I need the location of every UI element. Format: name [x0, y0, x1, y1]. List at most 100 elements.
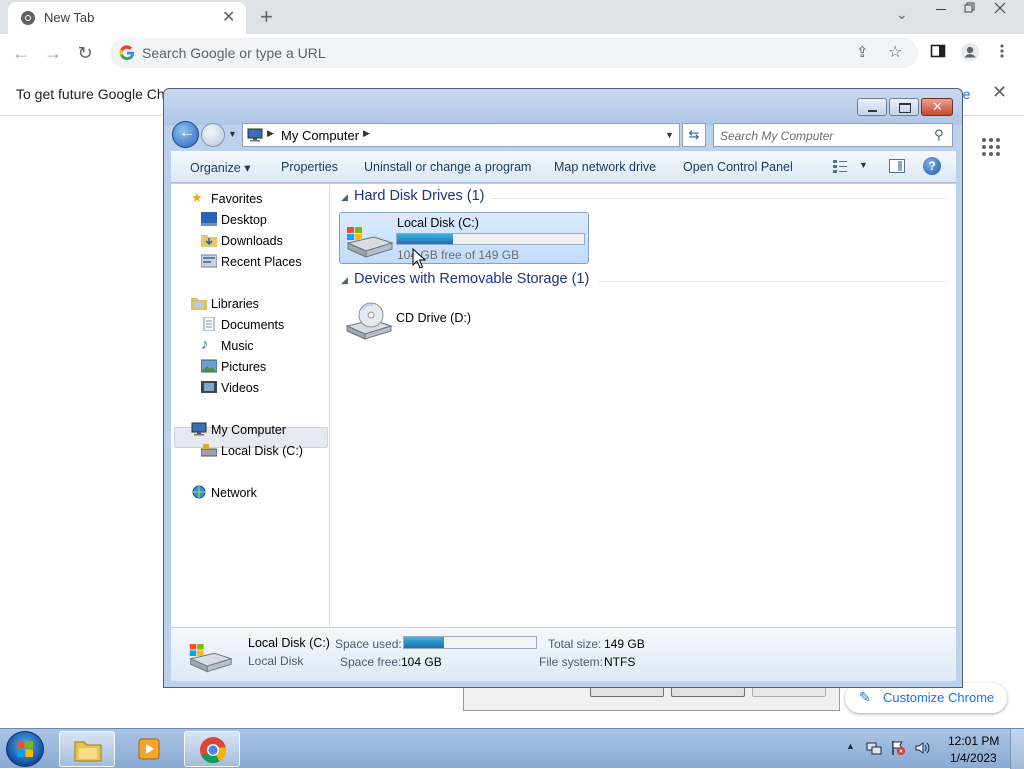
- search-input[interactable]: Search My Computer ⚲: [713, 123, 953, 147]
- more-menu-icon[interactable]: [1000, 43, 1004, 59]
- nav-pictures-label: Pictures: [221, 360, 267, 374]
- libraries-icon: [191, 298, 207, 310]
- details-total-size-label: Total size:: [548, 637, 602, 651]
- details-space-free-label: Space free:: [340, 655, 402, 669]
- breadcrumb-arrow-icon[interactable]: ▶: [363, 128, 370, 139]
- details-drive-type: Local Disk: [248, 654, 304, 668]
- explorer-minimize-button[interactable]: [857, 98, 887, 116]
- my-computer-window: ✕ ← ▼ ▶ My Computer ▶ ▼ ⇆ Search My Comp…: [163, 88, 963, 688]
- details-usage-bar: [403, 636, 537, 649]
- reload-icon[interactable]: ↻: [72, 40, 98, 66]
- omnibox-placeholder: Search Google or type a URL: [142, 45, 326, 61]
- taskbar-clock-time[interactable]: 12:01 PM: [948, 734, 999, 748]
- address-dropdown-icon[interactable]: ▼: [665, 130, 674, 140]
- close-x-icon: ✕: [932, 99, 943, 114]
- show-desktop-button[interactable]: [1010, 729, 1024, 769]
- chrome-close-button[interactable]: [986, 0, 1014, 16]
- change-view-icon[interactable]: [833, 159, 847, 173]
- organize-button[interactable]: Organize ▾: [190, 160, 250, 175]
- tab-close-icon[interactable]: ✕: [222, 7, 235, 27]
- drive-c-name: Local Disk (C:): [397, 216, 479, 230]
- computer-icon: [247, 128, 263, 142]
- details-space-free-value: 104 GB: [401, 655, 442, 669]
- drive-d-name: CD Drive (D:): [396, 311, 471, 325]
- close-icon: [994, 2, 1006, 14]
- infobar-message: To get future Google Chro: [16, 86, 178, 102]
- address-bar[interactable]: ▶ My Computer ▶ ▼: [242, 123, 680, 147]
- back-arrow-icon: ←: [179, 124, 195, 141]
- nav-network-label: Network: [211, 486, 257, 500]
- navigation-pane: ★ Favorites Desktop Downloads Recent Pla…: [171, 184, 330, 627]
- details-file-system-label: File system:: [539, 655, 604, 669]
- help-icon[interactable]: ?: [923, 157, 941, 175]
- omnibox[interactable]: Search Google or type a URL ⇪ ☆: [110, 38, 918, 68]
- customize-chrome-label: Customize Chrome: [883, 690, 995, 705]
- tab-search-chevron-icon[interactable]: ⌄: [896, 6, 908, 23]
- explorer-back-button[interactable]: ←: [172, 121, 199, 148]
- taskbar-media-player-button[interactable]: [121, 731, 177, 767]
- nav-desktop-label: Desktop: [221, 213, 267, 227]
- drive-cd-d[interactable]: CD Drive (D:): [339, 294, 589, 346]
- forward-arrow-icon[interactable]: →: [40, 40, 66, 66]
- profile-avatar-icon[interactable]: [960, 42, 980, 62]
- window-titlebar[interactable]: [164, 89, 962, 125]
- collapse-triangle-icon[interactable]: ◢: [341, 275, 348, 286]
- preview-pane-icon[interactable]: [889, 159, 905, 173]
- tab-title: New Tab: [44, 10, 95, 25]
- chrome-tab-new-tab[interactable]: New Tab ✕: [8, 2, 246, 34]
- drive-c-usage-fill: [397, 234, 454, 244]
- drive-local-disk-c[interactable]: Local Disk (C:) 104 GB free of 149 GB: [339, 212, 589, 264]
- search-icon: ⚲: [934, 127, 944, 142]
- restore-icon: [964, 2, 975, 13]
- hard-drive-icon: [201, 444, 217, 457]
- bookmark-star-icon[interactable]: ☆: [888, 42, 902, 62]
- taskbar-chrome-button[interactable]: [184, 731, 240, 767]
- explorer-close-button[interactable]: ✕: [921, 98, 953, 116]
- google-apps-grid-icon[interactable]: [982, 138, 1000, 156]
- chrome-restore-button[interactable]: [956, 0, 984, 16]
- view-dropdown-icon[interactable]: ▼: [859, 160, 868, 170]
- open-control-panel-button[interactable]: Open Control Panel: [683, 160, 793, 174]
- share-icon[interactable]: ⇪: [856, 43, 869, 61]
- media-player-icon: [138, 738, 160, 760]
- cd-drive-icon: [345, 302, 393, 340]
- network-tray-icon[interactable]: [866, 740, 882, 756]
- breadcrumb-my-computer[interactable]: My Computer: [281, 128, 359, 143]
- uninstall-program-button[interactable]: Uninstall or change a program: [364, 160, 531, 174]
- map-network-drive-button[interactable]: Map network drive: [554, 160, 656, 174]
- back-arrow-icon[interactable]: ←: [8, 40, 34, 66]
- action-center-flag-icon[interactable]: [890, 740, 906, 756]
- recent-places-icon: [201, 254, 217, 268]
- history-dropdown-icon[interactable]: ▼: [228, 129, 237, 139]
- explorer-body: ★ Favorites Desktop Downloads Recent Pla…: [171, 184, 956, 627]
- documents-icon: [203, 317, 215, 331]
- explorer-forward-button[interactable]: [201, 123, 225, 147]
- nav-local-disk-label: Local Disk (C:): [221, 444, 303, 458]
- windows-hard-drive-icon: [189, 644, 233, 673]
- refresh-icon[interactable]: ⇆: [682, 123, 706, 147]
- chrome-minimize-button[interactable]: [928, 0, 956, 16]
- pictures-icon: [201, 359, 217, 373]
- infobar-close-icon[interactable]: ✕: [992, 82, 1007, 103]
- command-bar: Organize ▾ Properties Uninstall or chang…: [171, 151, 956, 183]
- properties-button[interactable]: Properties: [281, 160, 338, 174]
- nav-my-computer-label: My Computer: [211, 423, 287, 437]
- computer-icon: [191, 422, 207, 436]
- collapse-triangle-icon[interactable]: ◢: [341, 192, 348, 203]
- google-g-icon: [119, 45, 134, 61]
- volume-speaker-icon[interactable]: [914, 740, 930, 756]
- taskbar-clock-date[interactable]: 1/4/2023: [950, 751, 997, 765]
- taskbar-explorer-button[interactable]: [59, 731, 115, 767]
- chrome-favicon-icon: [21, 11, 35, 25]
- new-tab-button[interactable]: +: [260, 4, 273, 30]
- group-divider: [599, 281, 946, 282]
- windows-hard-drive-icon: [346, 227, 394, 258]
- show-hidden-icons-icon[interactable]: ▲: [846, 741, 855, 751]
- explorer-maximize-button[interactable]: [889, 98, 919, 116]
- breadcrumb-arrow-icon[interactable]: ▶: [267, 128, 274, 139]
- nav-downloads-label: Downloads: [221, 234, 283, 248]
- chrome-tab-strip: New Tab ✕ + ⌄: [0, 0, 1024, 34]
- start-button[interactable]: [6, 731, 44, 767]
- network-icon: [192, 485, 206, 499]
- side-panel-icon[interactable]: [930, 43, 946, 59]
